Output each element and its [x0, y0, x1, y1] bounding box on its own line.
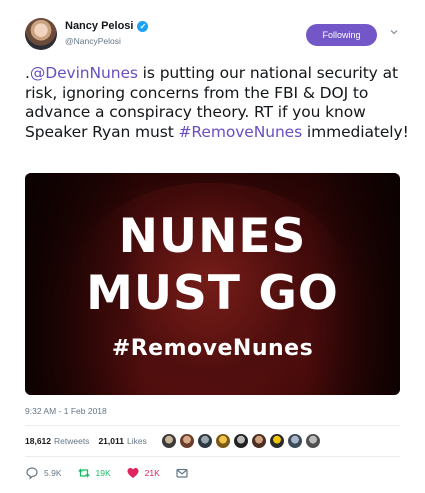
likes-label: Likes [126, 436, 147, 446]
divider [25, 456, 400, 457]
divider [25, 425, 400, 426]
mention-link[interactable]: @DevinNunes [30, 64, 138, 82]
likes-count: 21,011 [98, 436, 124, 446]
image-text-hashtag: #RemoveNunes [111, 336, 314, 361]
image-text-line1: NUNES [118, 209, 307, 264]
reply-icon [25, 466, 39, 480]
avatar[interactable] [269, 433, 285, 449]
reply-button[interactable]: 5.9K [25, 466, 62, 480]
retweet-button[interactable]: 19K [77, 466, 111, 480]
author-block: Nancy Pelosi ✓ @NancyPelosi [65, 20, 149, 46]
image-text-line2: MUST GO [86, 266, 339, 321]
chevron-down-icon[interactable] [389, 27, 399, 37]
reply-count: 5.9K [44, 468, 62, 478]
tweet-actions: 5.9K 19K 21K [25, 466, 209, 480]
avatar[interactable] [287, 433, 303, 449]
like-button[interactable]: 21K [126, 466, 160, 480]
heart-icon [126, 466, 140, 480]
likes-stat[interactable]: 21,011 Likes [98, 436, 146, 446]
author-handle[interactable]: @NancyPelosi [65, 36, 148, 46]
following-button[interactable]: Following [306, 24, 377, 46]
message-button[interactable] [175, 466, 194, 480]
author-name[interactable]: Nancy Pelosi [65, 20, 133, 32]
tweet-text: .@DevinNunes is putting our national sec… [25, 64, 410, 142]
avatar[interactable] [161, 433, 177, 449]
liker-avatars [161, 433, 321, 449]
author-name-row: Nancy Pelosi ✓ [65, 20, 149, 32]
retweets-label: Retweets [54, 436, 90, 446]
avatar[interactable] [233, 433, 249, 449]
retweet-count: 19K [95, 468, 111, 478]
retweets-stat[interactable]: 18,612 Retweets [25, 436, 89, 446]
retweet-icon [77, 466, 91, 480]
avatar[interactable] [251, 433, 267, 449]
like-count: 21K [144, 468, 160, 478]
retweets-count: 18,612 [25, 436, 51, 446]
tweet-end: immediately! [302, 122, 409, 141]
avatar[interactable] [197, 433, 213, 449]
tweet-header: Nancy Pelosi ✓ @NancyPelosi Following [0, 0, 425, 60]
hashtag-link[interactable]: #RemoveNunes [179, 123, 303, 141]
tweet-timestamp[interactable]: 9:32 AM - 1 Feb 2018 [25, 406, 107, 416]
avatar[interactable] [215, 433, 231, 449]
envelope-icon [175, 466, 189, 480]
avatar[interactable] [179, 433, 195, 449]
verified-badge-icon: ✓ [137, 20, 149, 32]
tweet-image[interactable]: NUNES MUST GO #RemoveNunes [25, 173, 400, 395]
tweet-stats: 18,612 Retweets 21,011 Likes [25, 433, 156, 449]
avatar[interactable] [305, 433, 321, 449]
avatar[interactable] [25, 18, 57, 50]
